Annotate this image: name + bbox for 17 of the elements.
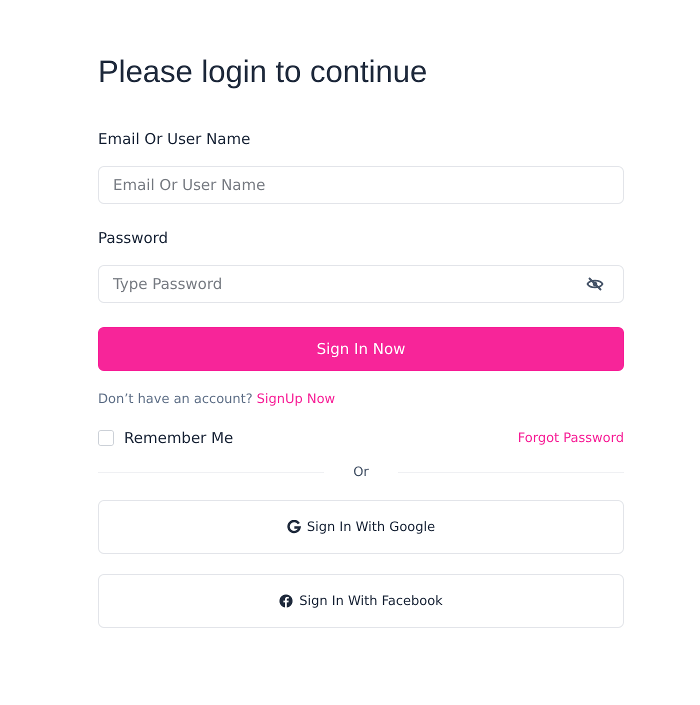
social-sign-in-button[interactable]: Sign In With Facebook — [98, 574, 624, 628]
facebook-logo-icon — [279, 594, 294, 608]
sign-in-button[interactable]: Sign In Now — [98, 327, 624, 371]
remember-label: Remember Me — [124, 429, 234, 447]
google-logo-icon — [286, 520, 301, 534]
page-title: Please login to continue — [98, 54, 428, 90]
password-field[interactable]: Type Password — [98, 265, 624, 303]
signup-prompt: Don’t have an account? — [98, 392, 253, 407]
eye-slash-icon[interactable] — [586, 275, 604, 293]
signup-link[interactable]: SignUp Now — [256, 392, 336, 407]
forgot-password-link[interactable]: Forgot Password — [518, 430, 624, 446]
remember-checkbox[interactable] — [98, 430, 114, 446]
social-sign-in-button[interactable]: Sign In With Google — [98, 500, 624, 554]
divider-text: Or — [352, 465, 370, 480]
field-label: Password — [98, 229, 170, 247]
input-field[interactable]: Email Or User Name — [98, 166, 624, 204]
field-label: Email Or User Name — [98, 130, 252, 148]
